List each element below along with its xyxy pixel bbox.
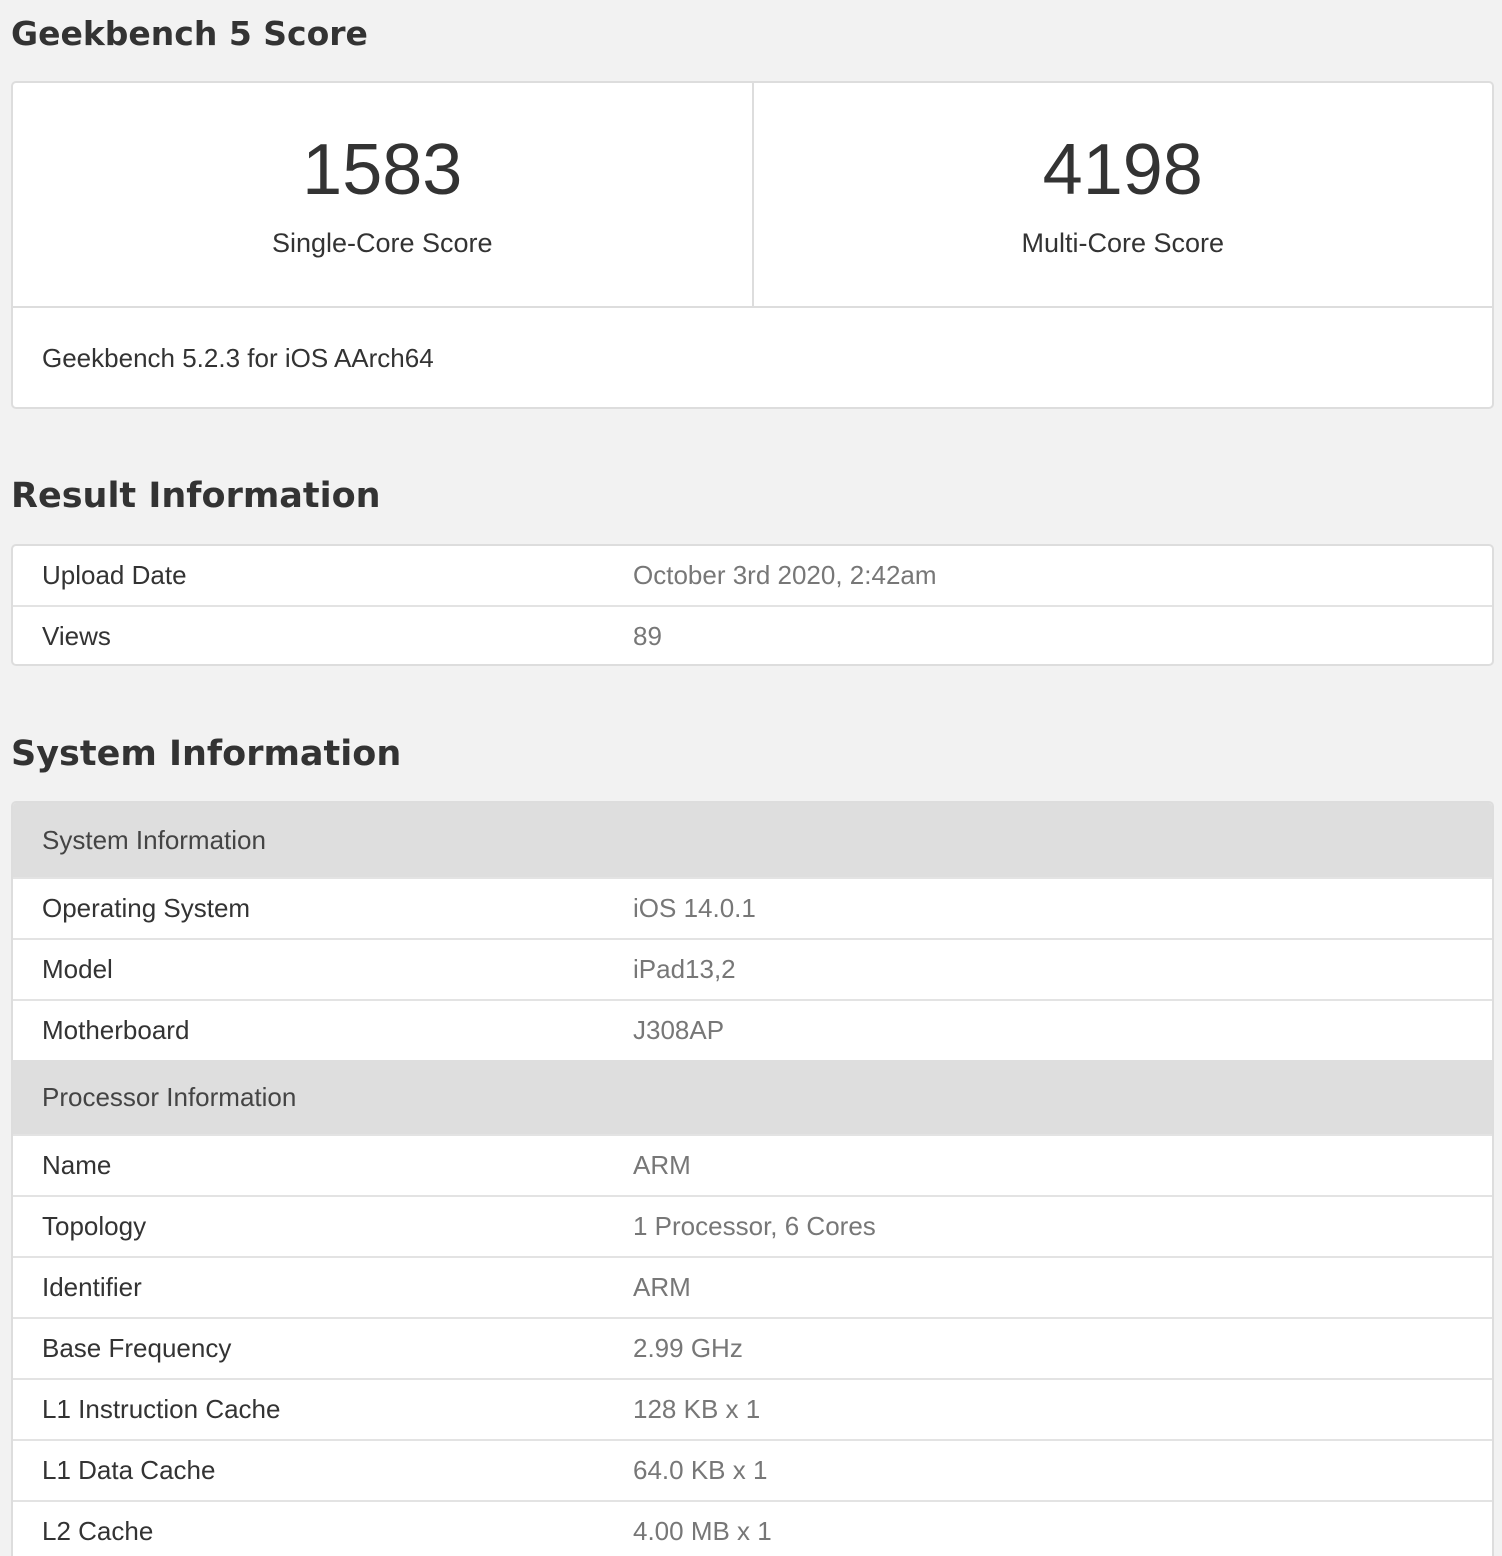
row-name: Views: [13, 605, 604, 664]
single-core-score-value: 1583: [302, 130, 463, 210]
group-header-system: System Information: [13, 803, 1492, 878]
row-name: Model: [13, 938, 604, 1000]
result-section-title: Result Information: [11, 476, 381, 516]
group-header-label: System Information: [13, 803, 1492, 878]
row-name: Operating System: [13, 877, 604, 939]
row-value: 64.0 KB x 1: [604, 1439, 1492, 1501]
system-section-title: System Information: [11, 734, 402, 774]
score-panel: 1583 Single-Core Score 4198 Multi-Core S…: [11, 81, 1494, 409]
row-name: Name: [13, 1134, 604, 1196]
result-info-table: Upload Date October 3rd 2020, 2:42am Vie…: [13, 546, 1492, 664]
row-value: iPad13,2: [604, 938, 1492, 1000]
row-name: Identifier: [13, 1256, 604, 1318]
system-info-panel: System Information Operating System iOS …: [11, 801, 1494, 1556]
row-value: October 3rd 2020, 2:42am: [633, 560, 937, 590]
page: Geekbench 5 Score 1583 Single-Core Score…: [0, 0, 1502, 1556]
group-header-processor: Processor Information: [13, 1060, 1492, 1135]
table-row: L1 Instruction Cache 128 KB x 1: [13, 1378, 1492, 1440]
group-header-label: Processor Information: [13, 1060, 1492, 1135]
row-name: L2 Cache: [13, 1500, 604, 1556]
single-core-score-cell: 1583 Single-Core Score: [13, 83, 752, 306]
row-name: Topology: [13, 1195, 604, 1257]
row-name: Base Frequency: [13, 1317, 604, 1379]
table-row: Upload Date October 3rd 2020, 2:42am: [13, 546, 1492, 606]
table-row: L1 Data Cache 64.0 KB x 1: [13, 1439, 1492, 1501]
table-row: Views 89: [13, 605, 1492, 664]
row-value: ARM: [604, 1134, 1492, 1196]
result-info-panel: Upload Date October 3rd 2020, 2:42am Vie…: [11, 544, 1494, 666]
row-name: L1 Data Cache: [13, 1439, 604, 1501]
table-row: Model iPad13,2: [13, 938, 1492, 1000]
table-row: Motherboard J308AP: [13, 999, 1492, 1060]
row-value: 128 KB x 1: [604, 1378, 1492, 1440]
multi-core-score-label: Multi-Core Score: [1021, 228, 1225, 258]
table-row: Base Frequency 2.99 GHz: [13, 1317, 1492, 1379]
multi-core-score-value: 4198: [1042, 130, 1203, 210]
score-section-title: Geekbench 5 Score: [11, 14, 368, 53]
row-value: 4.00 MB x 1: [604, 1500, 1492, 1556]
table-row: Name ARM: [13, 1134, 1492, 1196]
multi-core-score-cell: 4198 Multi-Core Score: [751, 83, 1493, 306]
table-row: L2 Cache 4.00 MB x 1: [13, 1500, 1492, 1556]
row-name: L1 Instruction Cache: [13, 1378, 604, 1440]
row-value: iOS 14.0.1: [604, 877, 1492, 939]
row-name: Upload Date: [42, 560, 187, 590]
row-value: 1 Processor, 6 Cores: [604, 1195, 1492, 1257]
single-core-score-label: Single-Core Score: [271, 228, 493, 258]
benchmark-version: Geekbench 5.2.3 for iOS AArch64: [42, 343, 434, 373]
score-row: 1583 Single-Core Score 4198 Multi-Core S…: [13, 83, 1492, 308]
row-value: ARM: [604, 1256, 1492, 1318]
table-row: Topology 1 Processor, 6 Cores: [13, 1195, 1492, 1257]
row-name: Motherboard: [13, 999, 604, 1060]
row-value: J308AP: [604, 999, 1492, 1060]
table-row: Operating System iOS 14.0.1: [13, 877, 1492, 939]
system-info-table: System Information Operating System iOS …: [13, 803, 1492, 1556]
row-value: 2.99 GHz: [604, 1317, 1492, 1379]
row-value: 89: [604, 605, 1492, 664]
table-row: Identifier ARM: [13, 1256, 1492, 1318]
